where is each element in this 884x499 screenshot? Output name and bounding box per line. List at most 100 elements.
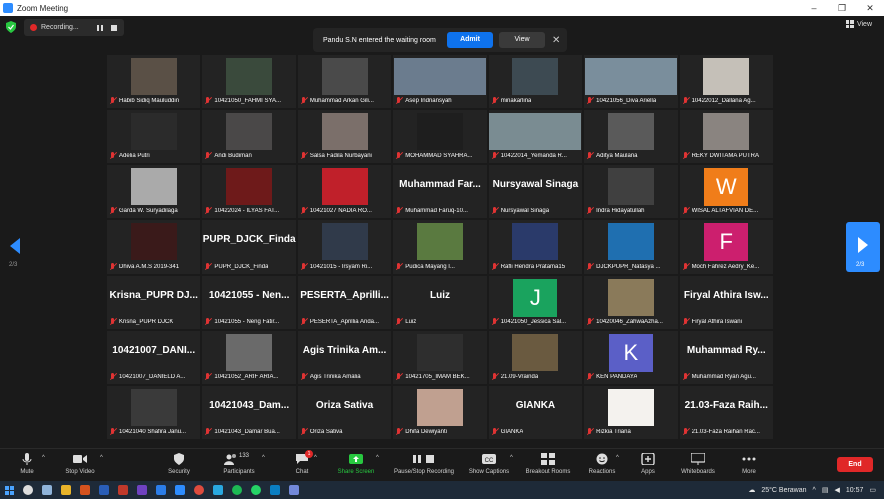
mute-button[interactable]: Mute bbox=[14, 451, 40, 475]
next-page-button[interactable]: 2/3 bbox=[846, 222, 880, 272]
reactions-button[interactable]: Reactions bbox=[586, 451, 618, 475]
previous-page-button[interactable]: 2/3 bbox=[9, 238, 23, 268]
participant-tile[interactable]: Muhammad Arkan Gili... bbox=[297, 55, 392, 109]
edge-icon[interactable] bbox=[270, 485, 280, 495]
view-button[interactable]: View bbox=[845, 20, 872, 28]
participant-tile[interactable]: 10421705_IMAM BEK... bbox=[393, 330, 487, 384]
participant-tile[interactable]: Asep Indriansyah bbox=[393, 55, 487, 109]
participant-tile[interactable]: Luiz Luiz bbox=[393, 275, 487, 329]
tray-chevron-up-icon[interactable]: ^ bbox=[813, 487, 816, 494]
telegram-icon[interactable] bbox=[213, 485, 223, 495]
maximize-button[interactable]: ❐ bbox=[828, 0, 856, 16]
participant-tile[interactable]: J 10421050_Jessica Sal... bbox=[488, 275, 583, 329]
participant-tile[interactable]: REKY DWITAMA PUTRA bbox=[679, 110, 773, 164]
participant-tile[interactable]: 10420046_ZahwaAzha... bbox=[584, 275, 678, 329]
weather-label[interactable]: 25°C Berawan bbox=[761, 487, 806, 494]
illustrator-icon[interactable] bbox=[80, 485, 90, 495]
volume-icon[interactable]: ◀ bbox=[834, 486, 839, 494]
acrobat-icon[interactable] bbox=[118, 485, 128, 495]
participant-tile[interactable]: 10421040 Shafira Janu... bbox=[107, 385, 201, 439]
participant-tile[interactable]: Nursyawal Sinaga Nursyawal Sinaga bbox=[488, 165, 583, 219]
zoom-taskbar-icon[interactable] bbox=[175, 485, 185, 495]
participant-tile[interactable]: minakarlina bbox=[488, 55, 583, 109]
participant-tile[interactable]: Krisna_PUPR DJ... Krisna_PUPR DJCK bbox=[107, 275, 201, 329]
participant-tile[interactable]: Adelia Putri bbox=[107, 110, 201, 164]
apps-button[interactable]: Apps bbox=[636, 451, 660, 475]
stop-recording-icon[interactable] bbox=[110, 24, 117, 31]
participant-tile[interactable]: 10422012_Dallana Ag... bbox=[679, 55, 773, 109]
clock-label[interactable]: 10:57 bbox=[846, 487, 864, 494]
premiere-icon[interactable] bbox=[137, 485, 147, 495]
participant-tile[interactable]: Garda W. Suryadilaga bbox=[107, 165, 201, 219]
notifications-icon[interactable]: ▭ bbox=[869, 486, 876, 494]
show-captions-button[interactable]: CC Show Captions bbox=[466, 451, 512, 475]
participant-tile[interactable]: Habib Sidiq Mauluddin bbox=[107, 55, 201, 109]
shield-icon[interactable] bbox=[6, 21, 16, 33]
participant-tile[interactable]: 10422024 - ILYAS FAT... bbox=[202, 165, 296, 219]
participant-tile[interactable]: PESERTA_Aprilli... PESERTA_Aprillia Anda.… bbox=[297, 275, 392, 329]
security-button[interactable]: Security bbox=[164, 451, 194, 475]
discord-icon[interactable] bbox=[289, 485, 299, 495]
participant-tile[interactable]: 21.03-Faza Raih... 21.03-Faza Raihan Rac.… bbox=[679, 385, 773, 439]
participant-tile[interactable]: Rafli Hendra Pratama15 bbox=[488, 220, 583, 274]
task-view-icon[interactable] bbox=[42, 485, 52, 495]
participant-tile[interactable]: 10421007_DANI... 10421007_DANIELD A... bbox=[107, 330, 201, 384]
pause-recording-icon[interactable] bbox=[96, 24, 103, 31]
participant-tile[interactable]: 10421027 NADIA RO... bbox=[297, 165, 392, 219]
view-waiting-button[interactable]: View bbox=[499, 32, 545, 48]
close-button[interactable]: ✕ bbox=[856, 0, 884, 16]
participant-tile[interactable]: Pudica Mayang I... bbox=[393, 220, 487, 274]
pause-stop-recording-button[interactable]: Pause/Stop Recording bbox=[388, 451, 460, 475]
participant-tile[interactable]: GIANKA GIANKA bbox=[488, 385, 583, 439]
admit-button[interactable]: Admit bbox=[447, 32, 493, 48]
participant-tile[interactable]: Muhammad Far... Muhammad Faruq-10... bbox=[393, 165, 487, 219]
share-screen-button[interactable]: Share Screen bbox=[334, 451, 378, 475]
share-caret-icon[interactable]: ^ bbox=[376, 455, 379, 461]
network-icon[interactable]: ▤ bbox=[822, 486, 829, 494]
windows-start-icon[interactable] bbox=[5, 485, 14, 495]
minimize-button[interactable]: – bbox=[800, 0, 828, 16]
participant-tile[interactable]: 10422014_Yemanda R... bbox=[488, 110, 583, 164]
participants-button[interactable]: 133 Participants bbox=[218, 451, 260, 475]
participant-tile[interactable]: 10421043_Dam... 10421043_Damar Bua... bbox=[202, 385, 296, 439]
spotify-icon[interactable] bbox=[232, 485, 242, 495]
captions-caret-icon[interactable]: ^ bbox=[510, 455, 513, 461]
participant-tile[interactable]: Andi Budiman bbox=[202, 110, 296, 164]
participant-tile[interactable]: 10421050_FAHMI SYA... bbox=[202, 55, 296, 109]
search-icon[interactable] bbox=[23, 485, 33, 495]
participant-tile[interactable]: K KEN PANDAYA bbox=[584, 330, 678, 384]
word-icon[interactable] bbox=[156, 485, 166, 495]
participant-tile[interactable]: Rizkia Triana bbox=[584, 385, 678, 439]
audio-options-caret-icon[interactable]: ^ bbox=[42, 455, 45, 461]
participant-tile[interactable]: 10421015 - Irsyam Ri... bbox=[297, 220, 392, 274]
participant-tile[interactable]: DJCKPUPR_Natasya ... bbox=[584, 220, 678, 274]
participant-tile[interactable]: Dhifa Dewiyanti bbox=[393, 385, 487, 439]
participant-tile[interactable]: Salsa Fadila Nurbayani bbox=[297, 110, 392, 164]
stop-video-button[interactable]: Stop Video bbox=[60, 451, 100, 475]
photoshop-icon[interactable] bbox=[99, 485, 109, 495]
whiteboards-button[interactable]: Whiteboards bbox=[676, 451, 720, 475]
participant-tile[interactable]: Muhammad Ry... Muhammad Ryan Agu... bbox=[679, 330, 773, 384]
chrome-icon[interactable] bbox=[194, 485, 204, 495]
reactions-caret-icon[interactable]: ^ bbox=[616, 455, 619, 461]
whatsapp-icon[interactable] bbox=[251, 485, 261, 495]
chat-button[interactable]: 1 Chat bbox=[292, 450, 313, 475]
participant-tile[interactable]: MOHAMMAD SYAHRA... bbox=[393, 110, 487, 164]
participant-tile[interactable]: Aditya Maulana bbox=[584, 110, 678, 164]
participant-tile[interactable]: 21.09-Vrainda bbox=[488, 330, 583, 384]
participant-tile[interactable]: F Moch Fahrez Aedry_Ke... bbox=[679, 220, 773, 274]
participant-tile[interactable]: 10421052_ARIF ARIA... bbox=[202, 330, 296, 384]
chat-caret-icon[interactable]: ^ bbox=[314, 455, 317, 461]
participant-tile[interactable]: W WISAL ALTAFVIAN DE... bbox=[679, 165, 773, 219]
participant-tile[interactable]: 10421055 - Nen... 10421055 - Neng Fatir..… bbox=[202, 275, 296, 329]
participants-caret-icon[interactable]: ^ bbox=[262, 455, 265, 461]
participant-tile[interactable]: 10421056_Diva Ariella bbox=[584, 55, 678, 109]
participant-tile[interactable]: Agis Trinika Am... Agis Trinika Amalia bbox=[297, 330, 392, 384]
file-explorer-icon[interactable] bbox=[61, 485, 71, 495]
participant-tile[interactable]: Indra Hidayatullah bbox=[584, 165, 678, 219]
participant-tile[interactable]: Oriza Sativa Oriza Sativa bbox=[297, 385, 392, 439]
end-meeting-button[interactable]: End bbox=[837, 457, 873, 472]
video-options-caret-icon[interactable]: ^ bbox=[100, 455, 103, 461]
participant-tile[interactable]: Dhiva A.M.S 2019-341 bbox=[107, 220, 201, 274]
more-button[interactable]: More bbox=[738, 451, 760, 475]
